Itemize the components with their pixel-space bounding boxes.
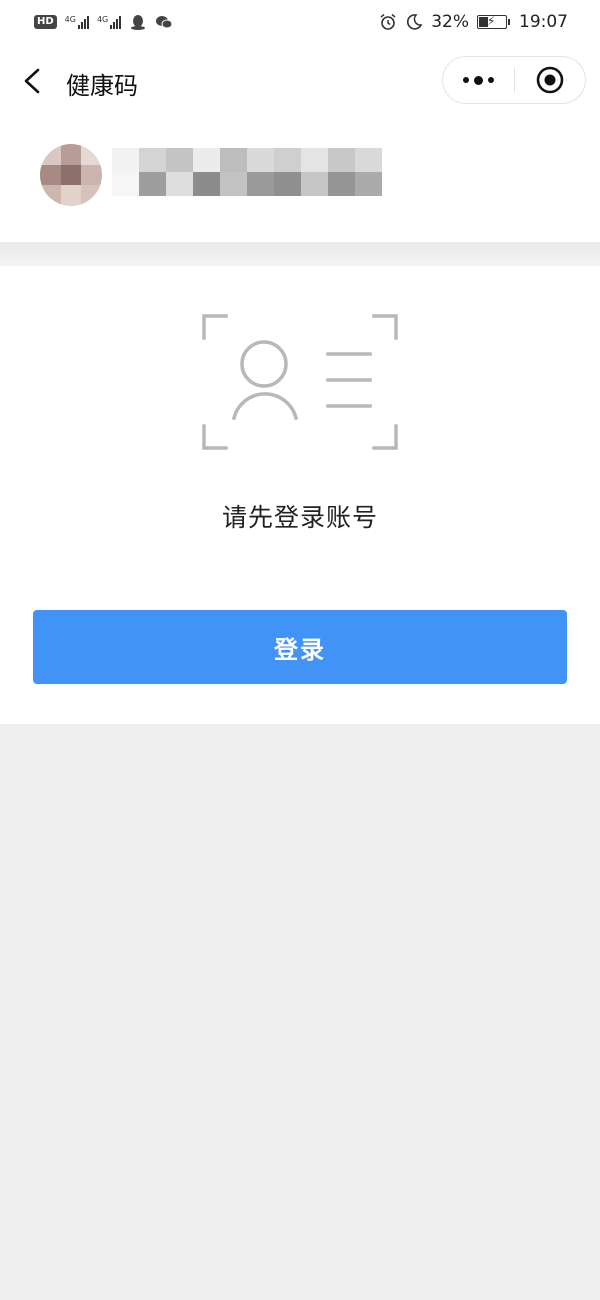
battery-percent: 32% <box>431 12 469 32</box>
login-prompt-text: 请先登录账号 <box>221 503 378 532</box>
more-button[interactable] <box>443 57 514 103</box>
alarm-icon <box>380 13 396 30</box>
wechat-icon <box>156 16 173 29</box>
page: HD 4G 4G 32% ⚡ 19:07 健康码 请先登录账号 登录 <box>0 0 600 1300</box>
more-dots-icon <box>462 75 494 85</box>
id-card-person-icon <box>202 314 398 450</box>
close-button[interactable] <box>515 57 586 103</box>
login-card: 请先登录账号 登录 <box>0 266 600 724</box>
qq-icon <box>131 15 146 30</box>
login-button[interactable]: 登录 <box>33 610 567 684</box>
status-right: 32% ⚡ 19:07 <box>379 12 568 32</box>
blurred-user-name <box>112 148 382 196</box>
signal-bars-icon <box>110 15 122 29</box>
back-button[interactable] <box>18 64 50 98</box>
clock: 19:07 <box>519 12 568 32</box>
nav-bar: 健康码 <box>0 44 600 118</box>
network-label-2: 4G <box>96 15 109 24</box>
signal-1: 4G <box>65 15 89 29</box>
target-close-icon <box>536 66 564 94</box>
status-bar: HD 4G 4G 32% ⚡ 19:07 <box>0 0 600 44</box>
moon-icon <box>407 14 423 30</box>
signal-2: 4G <box>96 15 122 29</box>
avatar[interactable] <box>40 144 102 206</box>
mini-program-capsule <box>442 56 586 104</box>
status-left: HD 4G 4G <box>34 13 173 31</box>
charging-bolt-icon: ⚡ <box>487 14 496 28</box>
hd-badge: HD <box>34 15 57 29</box>
signal-bars-icon <box>77 15 89 29</box>
page-title: 健康码 <box>66 72 138 100</box>
network-label-1: 4G <box>64 15 76 24</box>
section-divider <box>0 242 600 266</box>
battery-icon: ⚡ <box>477 14 510 29</box>
profile-row <box>0 118 600 242</box>
chevron-left-icon <box>24 68 40 94</box>
